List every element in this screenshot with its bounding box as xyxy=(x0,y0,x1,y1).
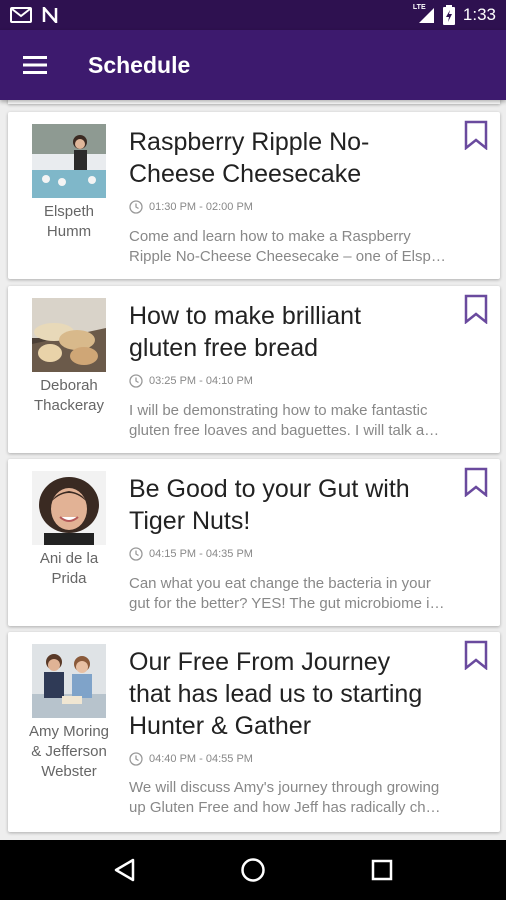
session-title: How to make brilliant gluten free bread xyxy=(129,302,362,362)
status-right: LTE 1:33 xyxy=(413,4,496,25)
session-time: 03:25 PM - 04:10 PM xyxy=(149,375,253,387)
clock-icon xyxy=(129,374,143,388)
back-icon xyxy=(115,858,135,882)
speaker: Elspeth Humm xyxy=(24,124,114,242)
session-card[interactable]: Amy Moring & Jefferson Webster Our Free … xyxy=(8,632,500,832)
schedule-list[interactable]: Elspeth Humm Raspberry Ripple No- Cheese… xyxy=(0,100,506,840)
bookmark-icon[interactable] xyxy=(464,120,488,150)
speaker: Ani de la Prida xyxy=(24,471,114,589)
page-title: Schedule xyxy=(88,51,191,78)
session-card[interactable]: Deborah Thackeray How to make brilliant … xyxy=(8,286,500,453)
signal-icon: LTE xyxy=(413,4,435,24)
bookmark-icon[interactable] xyxy=(464,467,488,497)
speaker-photo xyxy=(32,298,106,372)
clock-icon xyxy=(129,200,143,214)
recents-icon xyxy=(371,859,392,881)
session-description: Come and learn how to make a Raspberry R… xyxy=(129,228,446,265)
system-nav-bar xyxy=(0,840,506,900)
mail-icon xyxy=(10,7,32,23)
clock-icon xyxy=(129,752,143,766)
back-button[interactable] xyxy=(99,845,149,895)
status-time: 1:33 xyxy=(462,5,496,24)
session-title: Raspberry Ripple No- Cheese Cheesecake xyxy=(129,128,370,188)
session-description: We will discuss Amy's journey through gr… xyxy=(129,779,441,816)
app-bar: Schedule xyxy=(0,30,506,100)
session-description: I will be demonstrating how to make fant… xyxy=(129,402,440,439)
session-time: 01:30 PM - 02:00 PM xyxy=(149,201,253,213)
bookmark-icon[interactable] xyxy=(464,294,488,324)
session-time: 04:15 PM - 04:35 PM xyxy=(149,548,253,560)
speaker-photo xyxy=(32,471,106,545)
session-description: Can what you eat change the bacteria in … xyxy=(129,575,445,612)
speaker-name: Ani de la Prida xyxy=(39,550,99,587)
speaker-name: Amy Moring & Jefferson Webster xyxy=(28,723,110,780)
menu-button[interactable] xyxy=(0,30,70,100)
session-title: Be Good to your Gut with Tiger Nuts! xyxy=(129,475,410,535)
speaker-photo xyxy=(32,124,106,198)
partial-session-card[interactable] xyxy=(8,100,500,104)
session-card[interactable]: Ani de la Prida Be Good to your Gut with… xyxy=(8,459,500,626)
session-time-row: 04:40 PM - 04:55 PM xyxy=(129,752,253,766)
home-button[interactable] xyxy=(228,845,278,895)
session-time-row: 03:25 PM - 04:10 PM xyxy=(129,374,253,388)
session-card[interactable]: Elspeth Humm Raspberry Ripple No- Cheese… xyxy=(8,112,500,279)
speaker-name: Elspeth Humm xyxy=(43,203,95,240)
session-time: 04:40 PM - 04:55 PM xyxy=(149,753,253,765)
status-bar: LTE 1:33 xyxy=(0,0,506,30)
speaker: Amy Moring & Jefferson Webster xyxy=(24,644,114,782)
speaker-name: Deborah Thackeray xyxy=(33,377,105,414)
home-icon xyxy=(241,858,265,882)
session-time-row: 01:30 PM - 02:00 PM xyxy=(129,200,253,214)
status-left xyxy=(10,7,58,23)
n-icon xyxy=(42,7,58,23)
battery-icon xyxy=(442,5,455,25)
recents-button[interactable] xyxy=(357,845,407,895)
hamburger-menu-icon xyxy=(23,56,47,74)
session-time-row: 04:15 PM - 04:35 PM xyxy=(129,547,253,561)
session-title: Our Free From Journey that has lead us t… xyxy=(129,648,423,740)
bookmark-icon[interactable] xyxy=(464,640,488,670)
speaker: Deborah Thackeray xyxy=(24,298,114,416)
speaker-photo xyxy=(32,644,106,718)
clock-icon xyxy=(129,547,143,561)
